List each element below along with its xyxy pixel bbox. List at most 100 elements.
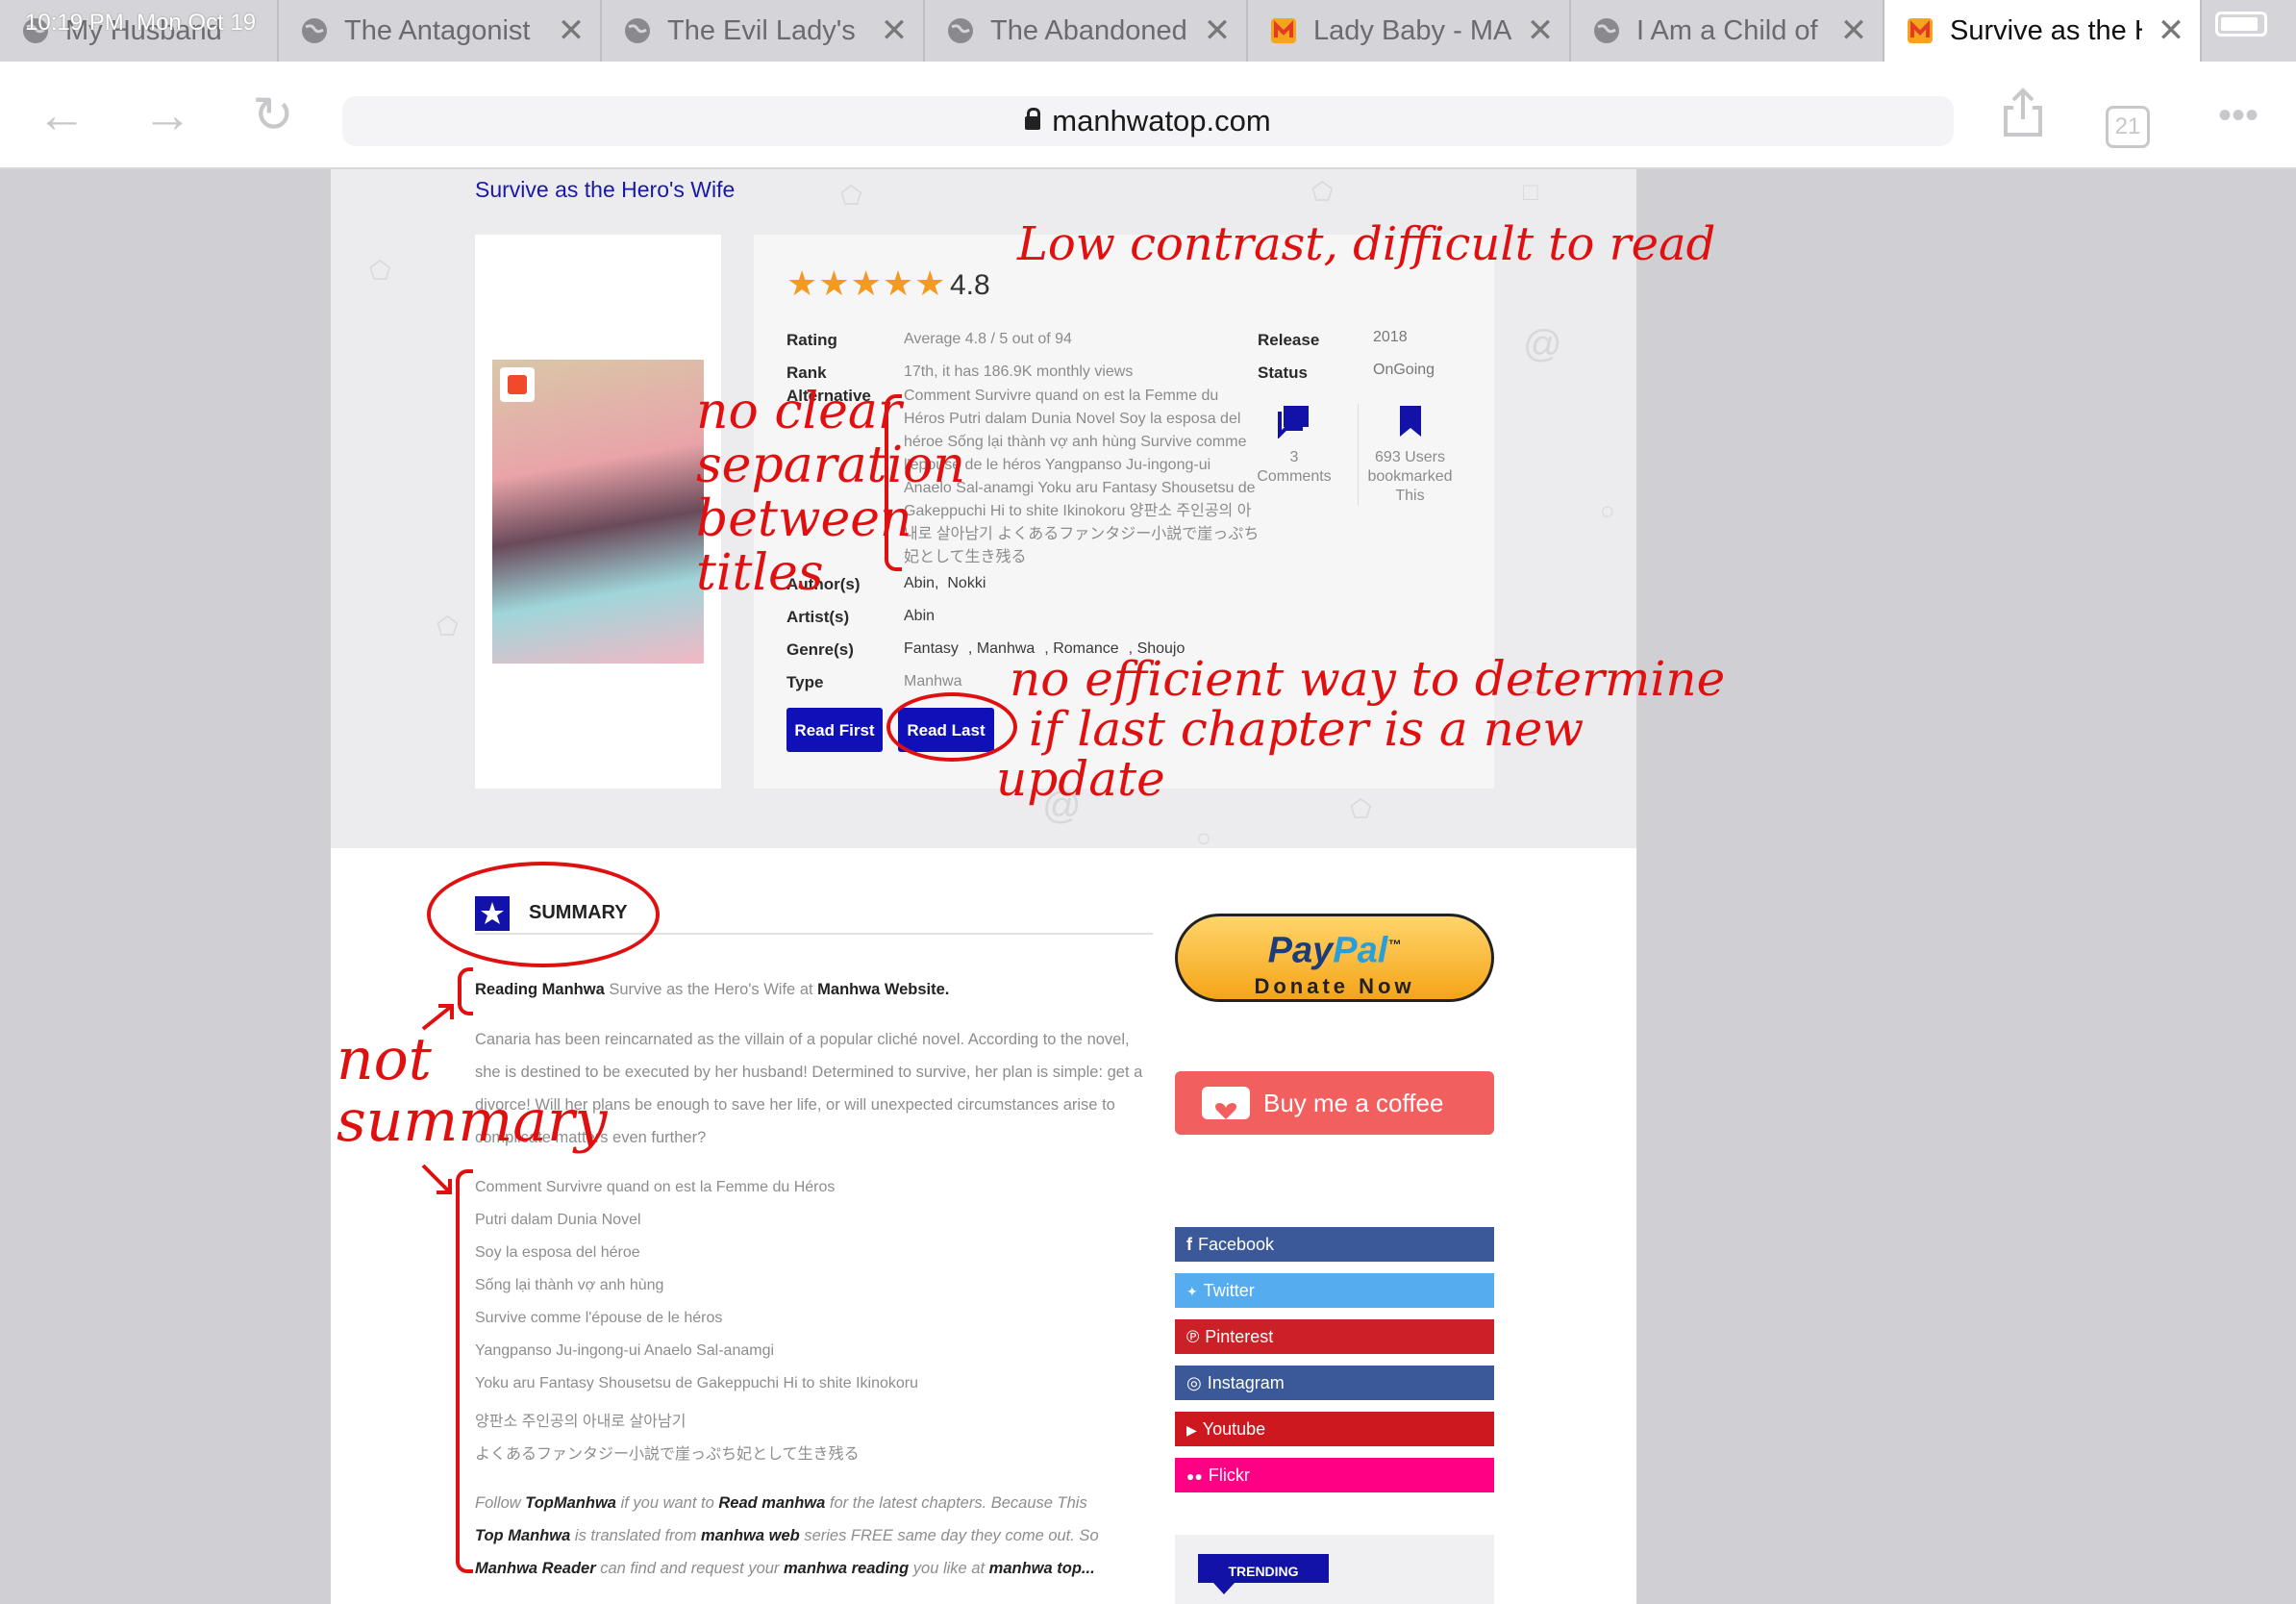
more-options-icon[interactable]: •••	[2209, 87, 2267, 144]
trending-tab[interactable]: TRENDING	[1198, 1554, 1329, 1583]
tab-4[interactable]: The Abandoned ✕	[925, 0, 1248, 62]
paypal-donate-button[interactable]: PayPal™ Donate Now	[1175, 914, 1494, 1002]
artist-link[interactable]: Abin	[904, 608, 935, 625]
caret-down-icon	[1213, 1583, 1235, 1594]
instagram-icon: ◎	[1186, 1373, 1202, 1392]
tab-7-active[interactable]: Survive as the H ✕	[1884, 0, 2202, 62]
annotation-bracket	[456, 1169, 473, 1573]
tab-count-button[interactable]: 21	[2106, 106, 2150, 148]
close-icon[interactable]: ✕	[1825, 12, 1883, 50]
tab-5[interactable]: Lady Baby - MA ✕	[1248, 0, 1571, 62]
genre-link[interactable]: Fantasy	[904, 640, 959, 657]
decorative-circle-icon: ○	[1196, 823, 1211, 852]
cover-image[interactable]	[492, 360, 704, 664]
rank-label: Rank	[786, 363, 827, 382]
bookmark-icon	[1394, 404, 1427, 439]
annotation-efficient: no efficient way to determine if last ch…	[996, 651, 1726, 807]
annotation-arrow-icon	[421, 1004, 454, 1031]
decorative-swirl-icon: @	[1523, 323, 1562, 365]
twitter-link[interactable]: ✦ Twitter	[1175, 1273, 1494, 1308]
rating-stars[interactable]: ★★★★★	[786, 263, 946, 304]
decorative-pentagon-icon: ⬠	[840, 181, 862, 210]
annotation-bracket	[458, 967, 473, 1015]
globe-icon	[946, 16, 975, 45]
tab-title: The Abandoned	[990, 14, 1187, 46]
address-bar[interactable]: manhwatop.com	[342, 96, 1954, 146]
forward-arrow-icon[interactable]: →	[138, 87, 196, 144]
comments-label: Comments	[1257, 468, 1332, 485]
decorative-pentagon-icon: ⬠	[369, 256, 391, 285]
tab-title: I Am a Child of	[1636, 14, 1818, 46]
facebook-link[interactable]: f Facebook	[1175, 1227, 1494, 1262]
breadcrumb[interactable]: Survive as the Hero's Wife	[475, 177, 735, 203]
alt-title-line: Yoku aru Fantasy Shousetsu de Gakeppuchi…	[475, 1375, 919, 1391]
facebook-icon: f	[1186, 1235, 1192, 1254]
read-first-button[interactable]: Read First	[786, 708, 883, 752]
type-label: Type	[786, 673, 824, 691]
close-icon[interactable]: ✕	[865, 12, 923, 50]
manhwa-logo-icon	[1269, 16, 1298, 45]
decorative-pentagon-icon: ⬠	[437, 612, 459, 640]
alt-title-line: Comment Survivre quand on est la Femme d…	[475, 1179, 836, 1195]
annotation-low-contrast: Low contrast, difficult to read	[1017, 217, 1716, 271]
manhwa-logo-icon	[1906, 16, 1934, 45]
tab-2[interactable]: The Antagonist ✕	[279, 0, 602, 62]
status-value: OnGoing	[1373, 362, 1435, 378]
close-icon[interactable]: ✕	[1188, 12, 1246, 50]
back-arrow-icon[interactable]: ←	[33, 87, 90, 144]
alt-title-line: Yangpanso Ju-ingong-ui Anaelo Sal-anamgi	[475, 1342, 775, 1359]
globe-icon	[300, 16, 329, 45]
tab-title: Lady Baby - MA	[1313, 14, 1511, 46]
share-icon[interactable]	[1994, 87, 2052, 144]
annotation-not-summary: not summary	[337, 1026, 608, 1155]
pinterest-link[interactable]: ℗ Pinterest	[1175, 1319, 1494, 1354]
release-label: Release	[1258, 331, 1320, 349]
youtube-link[interactable]: ▶ Youtube	[1175, 1412, 1494, 1446]
bookmark-text-2: bookmarked	[1367, 468, 1453, 485]
decorative-square-icon: □	[1523, 177, 1538, 206]
annotation-circle-read-last	[886, 692, 1017, 762]
alt-title-line: Putri dalam Dunia Novel	[475, 1212, 641, 1228]
annotation-circle-summary	[427, 862, 660, 967]
coffee-label: Buy me a coffee	[1263, 1089, 1444, 1117]
reload-icon[interactable]: ↻	[244, 87, 302, 144]
browser-toolbar: ← → ↻ manhwatop.com 21 •••	[0, 62, 2296, 169]
bookmark-counter[interactable]: 693 Users bookmarked This	[1358, 404, 1461, 506]
cover-container	[475, 235, 721, 789]
comments-count: 3	[1289, 449, 1299, 465]
comments-counter[interactable]: 3 Comments	[1248, 404, 1340, 487]
battery-icon	[2215, 12, 2267, 37]
rank-value: 17th, it has 186.9K monthly views	[904, 363, 1134, 380]
buy-me-coffee-button[interactable]: Buy me a coffee	[1175, 1071, 1494, 1135]
follow-paragraph: Follow TopManhwa if you want to Read man…	[475, 1494, 1099, 1577]
instagram-link[interactable]: ◎ Instagram	[1175, 1366, 1494, 1400]
coffee-cup-icon	[1202, 1087, 1250, 1119]
tab-title: Survive as the H	[1950, 14, 2142, 46]
flickr-link[interactable]: ●● Flickr	[1175, 1458, 1494, 1492]
url-text: manhwatop.com	[1052, 104, 1271, 138]
tab-6[interactable]: I Am a Child of ✕	[1571, 0, 1884, 62]
tab-title: The Antagonist	[344, 14, 531, 46]
donate-now-label: Donate Now	[1254, 973, 1415, 998]
tab-3[interactable]: The Evil Lady's ✕	[602, 0, 925, 62]
release-value: 2018	[1373, 329, 1408, 345]
annotation-arrow-icon	[421, 1164, 452, 1194]
bookmark-text-1: 693 Users	[1375, 449, 1445, 465]
lock-icon	[1025, 108, 1041, 130]
alt-title-line: Sống lại thành vợ anh hùng	[475, 1277, 664, 1293]
alt-title-line: Survive comme l'épouse de le héros	[475, 1310, 723, 1326]
alt-title-line: Soy la esposa del héroe	[475, 1244, 640, 1261]
globe-icon	[1592, 16, 1621, 45]
youtube-icon: ▶	[1186, 1422, 1197, 1438]
genres-label: Genre(s)	[786, 640, 854, 659]
manhwa-logo-icon	[500, 367, 535, 402]
paypal-logo: PayPal™	[1267, 930, 1402, 971]
type-value: Manhwa	[904, 673, 962, 689]
artists-label: Artist(s)	[786, 608, 850, 626]
close-icon[interactable]: ✕	[2142, 12, 2200, 50]
close-icon[interactable]: ✕	[1511, 12, 1569, 50]
bookmark-text-3: This	[1395, 488, 1425, 504]
annotation-separation: no clear separation between titles	[696, 383, 965, 602]
close-icon[interactable]: ✕	[542, 12, 600, 50]
pinterest-icon: ℗	[1186, 1327, 1200, 1346]
